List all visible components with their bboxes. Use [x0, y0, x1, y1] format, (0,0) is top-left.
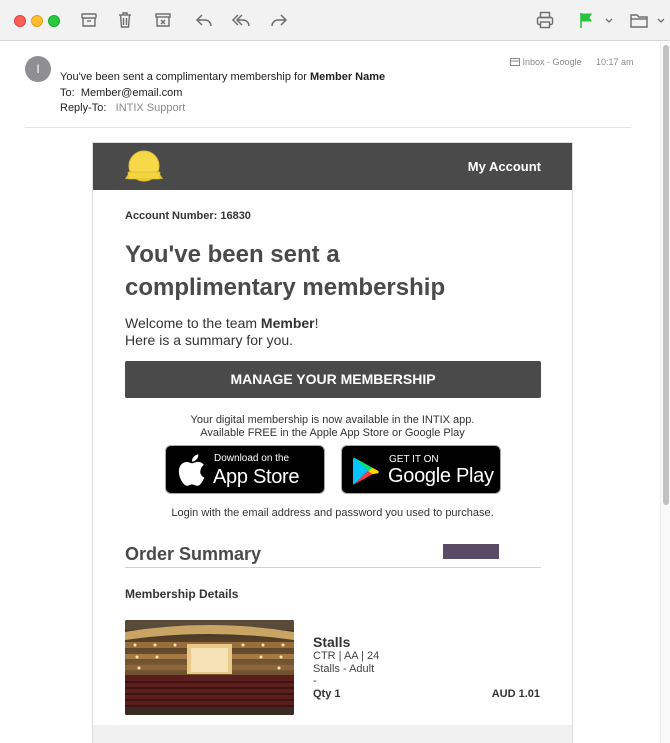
manage-membership-button[interactable]: MANAGE YOUR MEMBERSHIP — [125, 361, 541, 398]
google-play-button[interactable]: GET IT ON Google Play — [341, 445, 501, 494]
message-time: 10:17 am — [596, 57, 634, 67]
mailbox-icon — [510, 58, 520, 66]
login-note: Login with the email address and passwor… — [171, 507, 494, 519]
avatar: I — [25, 56, 51, 82]
welcome-name: Member — [260, 315, 315, 331]
print-icon[interactable] — [534, 9, 556, 31]
mailbox-name: Inbox - Google — [522, 57, 582, 67]
headline: You've been sent a complimentary members… — [125, 238, 545, 304]
subject-name: Member Name — [309, 71, 386, 83]
item-name: Stalls — [313, 634, 351, 650]
account-number: Account Number: 16830 — [125, 210, 251, 222]
item-type: Stalls - Adult — [313, 663, 375, 675]
item-seat: CTR | AA | 24 — [313, 650, 380, 662]
venue-image — [125, 620, 294, 715]
google-play-small-text: GET IT ON — [389, 454, 439, 465]
order-summary-divider — [125, 567, 541, 568]
welcome-text: Welcome to the team Member! Here is a su… — [125, 315, 319, 349]
my-account-link[interactable]: My Account — [468, 159, 541, 174]
app-note-line-2: Available FREE in the Apple App Store or… — [200, 427, 465, 439]
reply-icon[interactable] — [193, 9, 215, 31]
app-store-button[interactable]: Download on the App Store — [165, 445, 325, 494]
junk-icon[interactable] — [152, 9, 174, 31]
forward-icon[interactable] — [268, 9, 290, 31]
minimize-window-button[interactable] — [31, 15, 43, 27]
app-store-small-text: Download on the — [214, 453, 290, 464]
order-footer-strip — [93, 725, 572, 743]
headline-line-2: complimentary membership — [125, 274, 446, 301]
item-quantity: Qty 1 — [313, 688, 341, 700]
message-reply-to: Reply-To: INTIX Support — [60, 102, 185, 114]
theatre-auditorium-image — [125, 620, 294, 715]
reply-to-value[interactable]: INTIX Support — [116, 102, 186, 114]
trash-icon[interactable] — [114, 9, 136, 31]
move-to-folder-icon[interactable] — [628, 9, 650, 31]
google-play-big-text: Google Play — [388, 465, 494, 487]
to-label: To: — [60, 87, 75, 99]
headline-line-1: You've been sent a — [125, 241, 340, 268]
subject-prefix: You've been sent a complimentary members… — [60, 71, 310, 83]
close-window-button[interactable] — [14, 15, 26, 27]
message-to: To: Member@email.com — [60, 87, 182, 99]
reply-to-label: Reply-To: — [60, 102, 107, 114]
folder-chevron-down-icon[interactable] — [651, 9, 665, 31]
app-store-big-text: App Store — [213, 466, 300, 488]
welcome-suffix: ! — [314, 315, 319, 331]
reply-all-icon[interactable] — [230, 9, 252, 31]
email-banner: My Account — [93, 143, 572, 190]
to-address[interactable]: Member@email.com — [81, 87, 183, 99]
item-dash: - — [313, 675, 317, 687]
toolbar — [0, 0, 670, 41]
item-price: AUD 1.01 — [491, 688, 540, 700]
email-body: My Account Account Number: 16830 You've … — [92, 142, 573, 743]
message-subject: You've been sent a complimentary members… — [60, 71, 385, 83]
intix-logo-icon — [125, 150, 163, 182]
archive-icon[interactable] — [78, 9, 100, 31]
summary-line: Here is a summary for you. — [125, 332, 294, 348]
apple-logo-icon — [178, 454, 205, 486]
order-summary-swatch — [443, 544, 499, 559]
membership-details-title: Membership Details — [125, 587, 239, 601]
order-summary-title: Order Summary — [125, 544, 262, 564]
welcome-line: Welcome to the team Member! — [125, 315, 319, 332]
mailbox-label: Inbox - Google — [510, 57, 582, 67]
zoom-window-button[interactable] — [48, 15, 60, 27]
app-note-line-1: Your digital membership is now available… — [190, 414, 475, 426]
google-play-icon — [353, 457, 379, 485]
welcome-prefix: Welcome to the team — [125, 315, 261, 331]
scrollbar[interactable] — [660, 41, 670, 743]
scrollbar-thumb[interactable] — [663, 45, 669, 505]
chevron-down-icon[interactable] — [598, 9, 613, 31]
header-divider — [25, 127, 631, 128]
flag-icon[interactable] — [575, 9, 597, 31]
